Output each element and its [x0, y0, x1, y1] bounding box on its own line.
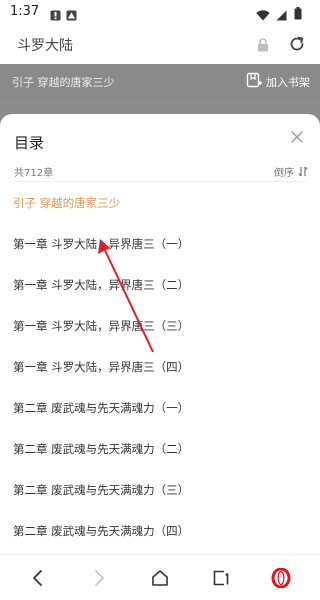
address-title[interactable]: 斗罗大陆 — [17, 35, 73, 55]
chapter-item[interactable]: 第一章 斗罗大陆，异界唐三（四） — [0, 346, 320, 387]
chapter-item[interactable]: 第一章 斗罗大陆，异界唐三（三） — [0, 305, 320, 346]
add-to-shelf-button[interactable]: 加入书架 — [246, 72, 310, 92]
sort-toggle[interactable]: 倒序 — [274, 162, 308, 181]
status-time: 1:37 — [10, 4, 40, 19]
catalog-title: 目录 — [14, 134, 45, 152]
chapter-list: 引子 穿越的唐家三少 第一章 斗罗大陆，异界唐三（一） 第一章 斗罗大陆，异界唐… — [0, 182, 320, 551]
chapter-count: 共712章 — [14, 168, 54, 179]
chapter-item-current[interactable]: 引子 穿越的唐家三少 — [0, 182, 320, 223]
chapter-item[interactable]: 第二章 废武魂与先天满魂力（四） — [0, 510, 320, 551]
catalog-panel: 目录 共712章 倒序 引子 穿越的唐家三少 第一章 斗罗大陆，异界唐三（一） … — [0, 114, 320, 554]
back-icon[interactable] — [25, 565, 51, 591]
chapter-item[interactable]: 第二章 废武魂与先天满魂力（一） — [0, 387, 320, 428]
wifi-icon — [256, 6, 270, 25]
battery-icon — [294, 5, 302, 24]
home-icon[interactable] — [147, 565, 173, 591]
close-icon[interactable] — [288, 128, 306, 146]
page-header: 引子 穿越的唐家三少 加入书架 — [0, 64, 320, 100]
cell-signal-icon — [276, 6, 287, 25]
status-bar: 1:37 — [0, 0, 320, 24]
opera-menu-icon[interactable] — [268, 565, 294, 591]
album-icon — [66, 6, 77, 25]
address-bar[interactable]: 斗罗大陆 — [0, 24, 320, 64]
chapter-item[interactable]: 第一章 斗罗大陆，异界唐三（一） — [0, 223, 320, 264]
chapter-item[interactable]: 第二章 废武魂与先天满魂力（二） — [0, 428, 320, 469]
forward-icon[interactable] — [86, 565, 112, 591]
chapter-item[interactable]: 第一章 斗罗大陆，异界唐三（二） — [0, 264, 320, 305]
add-to-shelf-label: 加入书架 — [266, 76, 310, 89]
page-chapter-name: 引子 穿越的唐家三少 — [12, 76, 115, 89]
tabs-icon[interactable] — [208, 565, 234, 591]
notification-icon — [50, 6, 61, 25]
reload-icon[interactable] — [288, 35, 306, 57]
sort-icon — [298, 162, 308, 181]
bottom-navigation — [0, 554, 320, 600]
chapter-item[interactable]: 第二章 废武魂与先天满魂力（三） — [0, 469, 320, 510]
lock-icon[interactable] — [257, 37, 269, 56]
bookshelf-add-icon — [246, 72, 262, 92]
sort-label: 倒序 — [274, 168, 294, 179]
